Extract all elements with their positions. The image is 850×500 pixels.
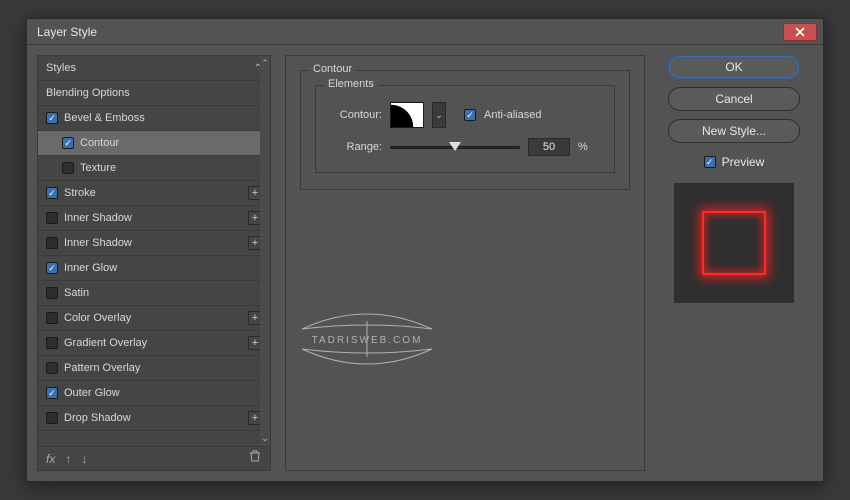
range-label: Range:	[330, 141, 382, 153]
checkbox-icon[interactable]	[46, 262, 58, 274]
styles-header[interactable]: Styles ⌃	[38, 56, 270, 81]
checkbox-icon[interactable]	[46, 187, 58, 199]
close-button[interactable]	[783, 23, 817, 41]
checkbox-icon[interactable]	[46, 312, 58, 324]
sidebar-item-label: Satin	[64, 287, 89, 299]
contour-picker[interactable]	[390, 102, 424, 128]
styles-scrollbar[interactable]: ⌃ ⌄	[260, 56, 270, 446]
sidebar-item-inner-shadow-2[interactable]: Inner Shadow +	[38, 231, 270, 256]
checkbox-icon[interactable]	[46, 112, 58, 124]
scroll-up-icon[interactable]: ⌃	[261, 56, 269, 71]
checkbox-icon[interactable]	[62, 137, 74, 149]
watermark-text: TADRISWEB.COM	[312, 335, 423, 346]
sidebar-item-label: Inner Shadow	[64, 237, 132, 249]
checkbox-icon[interactable]	[704, 156, 716, 168]
sidebar-item-contour[interactable]: Contour	[38, 131, 270, 156]
preview-glow-rect	[702, 211, 766, 275]
chevron-down-icon: ⌄	[435, 110, 443, 121]
styles-header-label: Styles	[46, 62, 76, 74]
sidebar-item-drop-shadow[interactable]: Drop Shadow +	[38, 406, 270, 431]
styles-footer: fx ↑ ↓	[38, 446, 270, 470]
range-slider[interactable]	[390, 146, 520, 149]
styles-list: Styles ⌃ Blending Options Bevel & Emboss…	[38, 56, 270, 446]
sidebar-item-stroke[interactable]: Stroke +	[38, 181, 270, 206]
checkbox-icon[interactable]	[46, 237, 58, 249]
sidebar-item-label: Outer Glow	[64, 387, 120, 399]
sidebar-item-gradient-overlay[interactable]: Gradient Overlay +	[38, 331, 270, 356]
sidebar-item-label: Drop Shadow	[64, 412, 131, 424]
preview-label: Preview	[722, 155, 765, 169]
preview-thumbnail	[674, 183, 794, 303]
sidebar-item-blending-options[interactable]: Blending Options	[38, 81, 270, 106]
checkbox-icon[interactable]	[46, 212, 58, 224]
cancel-button[interactable]: Cancel	[668, 87, 800, 111]
styles-sidebar: Styles ⌃ Blending Options Bevel & Emboss…	[37, 55, 271, 471]
anti-aliased-checkbox[interactable]: ✓	[464, 109, 476, 122]
sidebar-item-inner-shadow[interactable]: Inner Shadow +	[38, 206, 270, 231]
watermark: TADRISWEB.COM	[292, 299, 442, 384]
sidebar-item-satin[interactable]: Satin	[38, 281, 270, 306]
titlebar: Layer Style	[27, 19, 823, 45]
checkbox-icon[interactable]	[62, 162, 74, 174]
sidebar-item-outer-glow[interactable]: Outer Glow	[38, 381, 270, 406]
sidebar-item-pattern-overlay[interactable]: Pattern Overlay	[38, 356, 270, 381]
sidebar-item-label: Inner Glow	[64, 262, 117, 274]
checkbox-icon[interactable]	[46, 362, 58, 374]
window-title: Layer Style	[37, 25, 97, 39]
sidebar-item-label: Contour	[80, 137, 119, 149]
preview-toggle[interactable]: Preview	[704, 155, 765, 169]
range-unit: %	[578, 141, 588, 153]
new-style-button[interactable]: New Style...	[668, 119, 800, 143]
fx-menu-button[interactable]: fx	[46, 452, 55, 466]
sidebar-item-label: Color Overlay	[64, 312, 131, 324]
checkbox-icon[interactable]	[46, 337, 58, 349]
sidebar-item-inner-glow[interactable]: Inner Glow	[38, 256, 270, 281]
layer-style-dialog: Layer Style Styles ⌃ Blending Options Be…	[26, 18, 824, 482]
sidebar-item-label: Inner Shadow	[64, 212, 132, 224]
sidebar-item-label: Pattern Overlay	[64, 362, 140, 374]
sidebar-item-bevel-emboss[interactable]: Bevel & Emboss	[38, 106, 270, 131]
trash-icon[interactable]	[248, 449, 262, 468]
anti-aliased-label: Anti-aliased	[484, 109, 541, 121]
contour-dropdown-button[interactable]: ⌄	[432, 102, 446, 128]
contour-fieldset: Contour Elements Contour: ⌄ ✓ Anti-alias…	[300, 70, 630, 190]
checkbox-icon[interactable]	[46, 412, 58, 424]
contour-label: Contour:	[330, 109, 382, 121]
checkbox-icon[interactable]	[46, 387, 58, 399]
sidebar-item-label: Texture	[80, 162, 116, 174]
checkbox-icon[interactable]	[46, 287, 58, 299]
sidebar-item-texture[interactable]: Texture	[38, 156, 270, 181]
elements-fieldset: Elements Contour: ⌄ ✓ Anti-aliased Range…	[315, 85, 615, 173]
panel-title: Contour	[309, 63, 356, 75]
dialog-buttons: OK Cancel New Style... Preview	[659, 55, 809, 471]
sidebar-item-label: Gradient Overlay	[64, 337, 147, 349]
close-icon	[795, 27, 805, 37]
sidebar-item-label: Bevel & Emboss	[64, 112, 145, 124]
sidebar-item-color-overlay[interactable]: Color Overlay +	[38, 306, 270, 331]
sidebar-item-label: Blending Options	[46, 87, 130, 99]
contour-panel: Contour Elements Contour: ⌄ ✓ Anti-alias…	[285, 55, 645, 471]
ok-button[interactable]: OK	[668, 55, 800, 79]
sidebar-item-label: Stroke	[64, 187, 96, 199]
elements-legend: Elements	[324, 78, 378, 90]
move-up-button[interactable]: ↑	[65, 452, 71, 466]
range-input[interactable]	[528, 138, 570, 156]
move-down-button[interactable]: ↓	[81, 452, 87, 466]
scroll-down-icon[interactable]: ⌄	[261, 431, 269, 446]
slider-thumb[interactable]	[449, 142, 461, 151]
